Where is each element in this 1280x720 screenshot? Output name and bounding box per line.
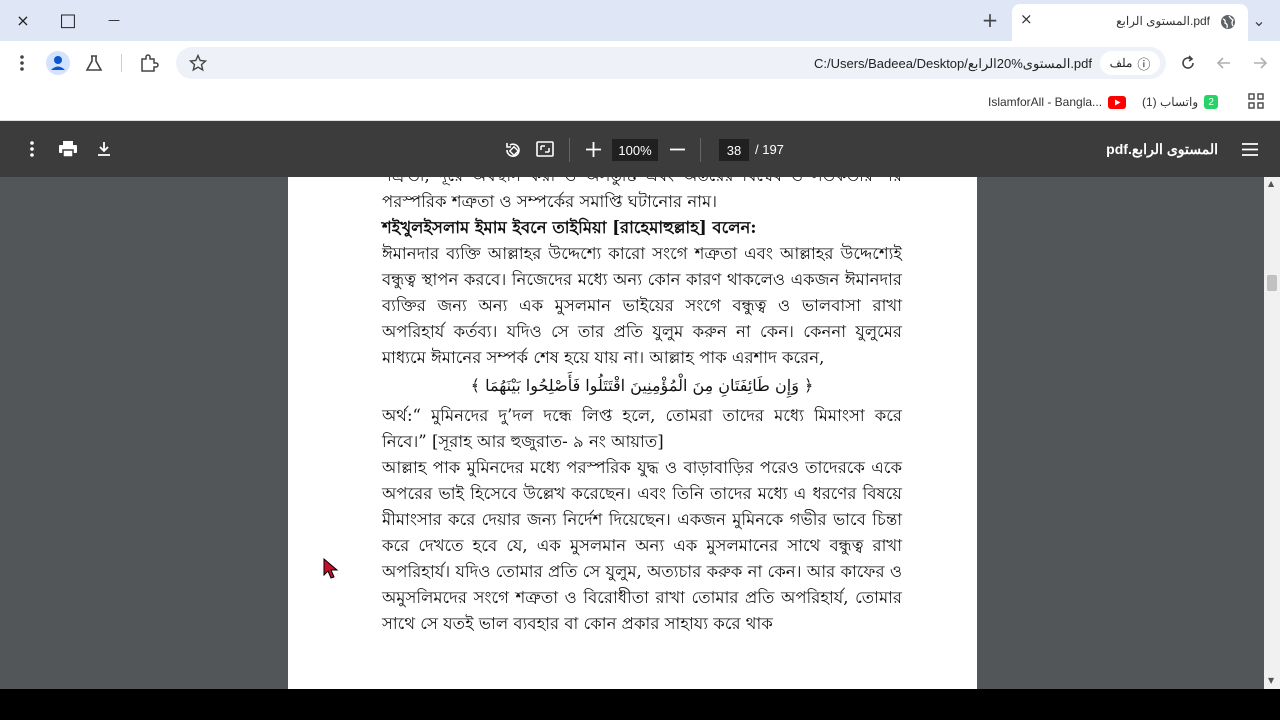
close-icon: × bbox=[16, 10, 30, 30]
pdf-divider bbox=[569, 138, 570, 162]
info-icon: ⓘ bbox=[1137, 56, 1151, 72]
page-total: / 197 bbox=[755, 142, 784, 157]
scrollbar-thumb[interactable] bbox=[1267, 275, 1277, 291]
profile-icon[interactable] bbox=[46, 51, 70, 75]
pdf-viewer[interactable]: শত্রুতা, দূরে অবস্থান করা ও অসন্তুষ্টি এ… bbox=[0, 177, 1280, 689]
quran-verse: ﴿ وَإِن طَائِفَتَانِ مِنَ الْمُؤْمِنِينَ… bbox=[470, 376, 814, 395]
pdf-divider bbox=[700, 138, 701, 162]
minimize-icon: — bbox=[108, 13, 120, 27]
new-tab-button[interactable]: + bbox=[967, 0, 1013, 40]
paragraph: অর্থ:“ মুমিনদের দু’দল দন্ধে লিপ্ত হলে, ত… bbox=[382, 406, 902, 451]
star-icon[interactable] bbox=[189, 54, 207, 72]
paragraph: আল্লাহ পাক মুমিনদের মধ্যে পরস্পরিক যুদ্ধ… bbox=[382, 458, 902, 633]
page-text: শত্রুতা, দূরে অবস্থান করা ও অসন্তুষ্টি এ… bbox=[382, 177, 902, 637]
close-tab-icon[interactable]: × bbox=[1020, 10, 1033, 28]
plus-icon: + bbox=[981, 8, 999, 32]
zoom-in-icon[interactable] bbox=[585, 141, 602, 158]
flask-icon[interactable] bbox=[85, 54, 103, 72]
paragraph: ঈমানদার ব্যক্তি আল্লাহর উদ্দেশ্যে কারো স… bbox=[382, 244, 902, 367]
globe-icon bbox=[1221, 15, 1235, 29]
vertical-scrollbar[interactable]: ▲ ▼ bbox=[1264, 177, 1280, 689]
maximize-icon: □ bbox=[59, 9, 77, 31]
fit-page-icon[interactable] bbox=[536, 141, 554, 157]
file-chip-label: ملف bbox=[1109, 56, 1133, 70]
reload-icon[interactable] bbox=[1179, 54, 1197, 72]
scroll-up-icon[interactable]: ▲ bbox=[1268, 179, 1274, 188]
toolbar-divider bbox=[121, 54, 122, 72]
bookmark-label: (1) واتساب bbox=[1142, 95, 1199, 109]
apps-grid-icon[interactable] bbox=[1248, 93, 1264, 109]
chevron-down-icon: ⌄ bbox=[1252, 10, 1266, 30]
tab-active[interactable]: × pdf.المستوى الرابع bbox=[1012, 4, 1248, 41]
bookmark-islamforall[interactable]: IslamforAll - Bangla... bbox=[988, 92, 1127, 112]
bookmark-label: IslamforAll - Bangla... bbox=[988, 95, 1103, 109]
paragraph-heading: শইখুলইসলাম ইমাম ইবনে তাইমিয়া [রাহেমাহুল… bbox=[382, 218, 757, 237]
download-icon[interactable] bbox=[95, 140, 113, 158]
more-actions-icon[interactable] bbox=[26, 140, 38, 158]
taskbar bbox=[0, 689, 1280, 720]
pdf-file-name: pdf.المستوى الرابع bbox=[1106, 141, 1218, 157]
whatsapp-badge-icon: 2 bbox=[1204, 95, 1219, 109]
bookmark-whatsapp[interactable]: (1) واتساب 2 bbox=[1142, 92, 1219, 112]
url-text[interactable]: C:/Users/Badeea/Desktop/المستوى%20الرابع… bbox=[814, 56, 1092, 72]
page-number-input[interactable]: 38 bbox=[719, 139, 749, 161]
scroll-down-icon[interactable]: ▼ bbox=[1268, 676, 1274, 685]
sidebar-menu-icon[interactable] bbox=[1241, 142, 1259, 157]
print-icon[interactable] bbox=[58, 140, 78, 158]
youtube-icon bbox=[1108, 95, 1127, 109]
tab-search-button[interactable]: ⌄ bbox=[1238, 0, 1280, 40]
pdf-page: শত্রুতা, দূরে অবস্থান করা ও অসন্তুষ্টি এ… bbox=[288, 177, 977, 689]
paragraph: শত্রুতা, দূরে অবস্থান করা ও অসন্তুষ্টি এ… bbox=[382, 177, 902, 211]
tab-title: pdf.المستوى الرابع bbox=[1116, 14, 1210, 28]
maximize-window-button[interactable]: □ bbox=[45, 0, 91, 40]
mouse-cursor-icon bbox=[323, 558, 339, 579]
rotate-icon[interactable] bbox=[503, 140, 523, 160]
zoom-out-icon[interactable] bbox=[669, 141, 686, 158]
extensions-icon[interactable] bbox=[139, 53, 159, 73]
back-icon[interactable] bbox=[1215, 54, 1233, 72]
minimize-window-button[interactable]: — bbox=[91, 0, 137, 40]
zoom-level-input[interactable]: 100% bbox=[612, 139, 658, 161]
forward-icon[interactable] bbox=[1251, 54, 1269, 72]
menu-dots-icon[interactable] bbox=[16, 54, 28, 72]
close-window-button[interactable]: × bbox=[0, 0, 46, 40]
file-chip[interactable]: ملف ⓘ bbox=[1100, 51, 1160, 75]
